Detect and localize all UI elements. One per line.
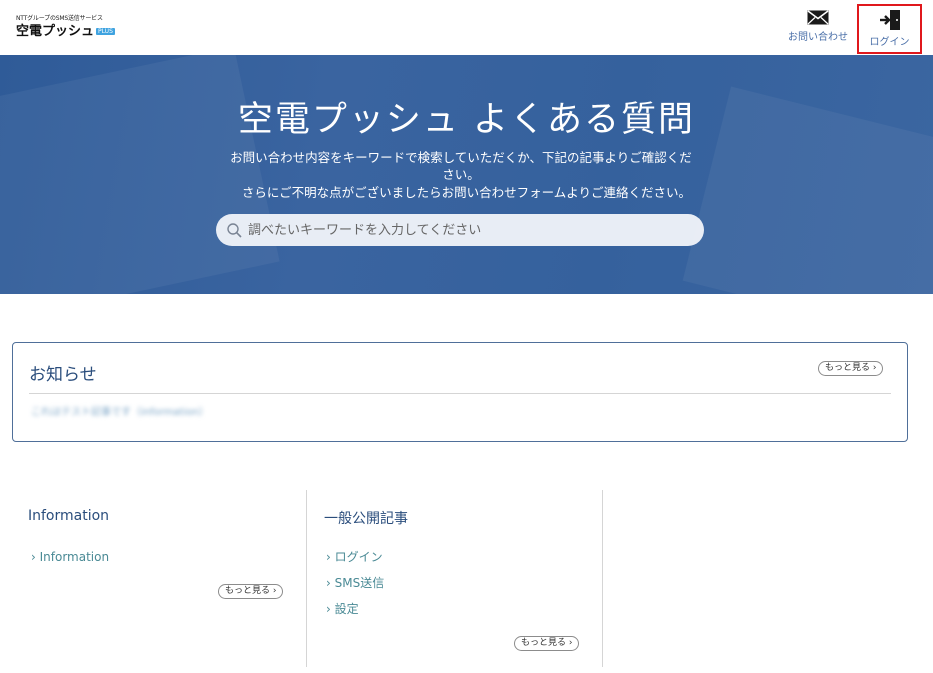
contact-label: お問い合わせ: [788, 32, 848, 43]
search-bar: [216, 214, 704, 246]
article-link-login[interactable]: › ログイン: [326, 544, 384, 570]
article-link-sms-send[interactable]: › SMS送信: [326, 570, 384, 596]
contact-button[interactable]: お問い合わせ: [783, 0, 853, 54]
notice-divider: [29, 393, 891, 394]
login-button[interactable]: ログイン: [857, 4, 922, 54]
login-label: ログイン: [869, 37, 910, 48]
site-logo[interactable]: NTTグループのSMS送信サービス 空電プッシュ PLUS: [16, 15, 115, 39]
category-title[interactable]: 一般公開記事: [324, 508, 408, 528]
envelope-icon: [807, 10, 829, 25]
site-header: NTTグループのSMS送信サービス 空電プッシュ PLUS お問い合わせ ログイ…: [0, 0, 933, 55]
category-information: Information › Information もっと見る ›: [12, 490, 306, 667]
logo-badge: PLUS: [96, 28, 115, 35]
article-link-information[interactable]: › Information: [31, 544, 109, 570]
search-icon: [227, 222, 242, 238]
notice-title: お知らせ: [29, 365, 97, 385]
category-public-articles: 一般公開記事 › ログイン › SMS送信 › 設定 もっと見る ›: [306, 490, 603, 667]
category-more-button[interactable]: もっと見る ›: [514, 636, 580, 651]
hero-title: 空電プッシュ よくある質問: [237, 100, 696, 140]
hero-banner: 空電プッシュ よくある質問 お問い合わせ内容をキーワードで検索していただくか、下…: [0, 55, 933, 294]
category-more-button[interactable]: もっと見る ›: [218, 584, 284, 599]
notice-item-link[interactable]: これはテスト記事です（information）: [31, 403, 209, 418]
article-link-settings[interactable]: › 設定: [326, 596, 384, 622]
category-article-list: › Information: [31, 544, 109, 570]
category-article-list: › ログイン › SMS送信 › 設定: [326, 544, 384, 622]
hero-description-line1: お問い合わせ内容をキーワードで検索していただくか、下記の記事よりご確認ください。: [230, 150, 692, 182]
logo-tagline: NTTグループのSMS送信サービス: [16, 15, 103, 22]
notice-more-button[interactable]: もっと見る ›: [818, 361, 884, 376]
logo-title: 空電プッシュ: [16, 24, 95, 39]
hero-description-line2: さらにご不明な点がございましたらお問い合わせフォームよりご連絡ください。: [241, 185, 692, 200]
category-title[interactable]: Information: [28, 508, 109, 524]
door-enter-icon: [879, 10, 900, 30]
search-input[interactable]: [248, 222, 688, 238]
notice-section: お知らせ もっと見る › これはテスト記事です（information）: [12, 342, 908, 442]
